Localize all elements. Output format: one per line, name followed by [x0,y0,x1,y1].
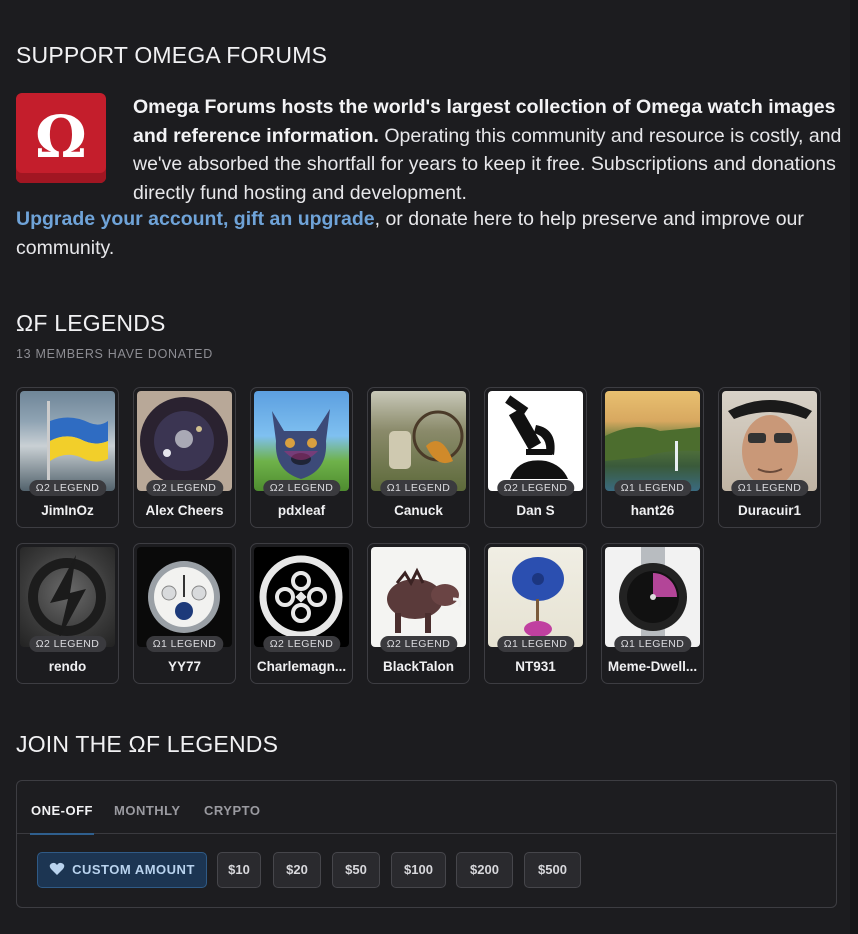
amount-500-button[interactable]: $500 [524,852,581,888]
member-name: YY77 [167,659,202,674]
amount-100-button[interactable]: $100 [391,852,446,888]
avatar [488,391,583,491]
member-card[interactable]: Ω2 LEGEND Alex Cheers [133,387,236,528]
legend-badge: Ω2 LEGEND [28,480,107,496]
avatar [722,391,817,491]
member-card[interactable]: Ω1 LEGEND YY77 [133,543,236,684]
avatar [20,391,115,491]
avatar [20,547,115,647]
member-name: Duracuir1 [737,503,802,518]
tab-crypto[interactable]: CRYPTO [204,803,260,818]
legends-subtitle: 13 MEMBERS HAVE DONATED [16,347,213,361]
support-title: SUPPORT OMEGA FORUMS [16,42,328,68]
legend-badge: Ω1 LEGEND [613,636,692,652]
member-card[interactable]: Ω2 LEGEND pdxleaf [250,387,353,528]
amount-200-button[interactable]: $200 [456,852,513,888]
legends-title: ΩF LEGENDS [16,310,166,336]
avatar [605,547,700,647]
member-name: Canuck [394,503,443,518]
support-intro: Omega Forums hosts the world's largest c… [133,93,843,207]
amount-20-button[interactable]: $20 [273,852,321,888]
member-card[interactable]: Ω2 LEGEND Charlemagn... [250,543,353,684]
join-title: JOIN THE ΩF LEGENDS [16,731,279,757]
member-card[interactable]: Ω1 LEGEND NT931 [484,543,587,684]
member-card[interactable]: Ω1 LEGEND Canuck [367,387,470,528]
member-card[interactable]: Ω2 LEGEND Dan S [484,387,587,528]
legend-badge: Ω2 LEGEND [262,480,341,496]
member-card[interactable]: Ω2 LEGEND JimInOz [16,387,119,528]
member-name: hant26 [630,503,675,518]
member-card[interactable]: Ω1 LEGEND Meme-Dwell... [601,543,704,684]
custom-amount-button[interactable]: CUSTOM AMOUNT [37,852,207,888]
upgrade-link[interactable]: Upgrade your account, gift an upgrade [16,208,375,230]
legend-badge: Ω1 LEGEND [730,480,809,496]
avatar [488,547,583,647]
member-name: NT931 [515,659,556,674]
donation-panel: ONE-OFF MONTHLY CRYPTO CUSTOM AMOUNT $10… [16,780,837,908]
avatar [137,547,232,647]
legend-badge: Ω2 LEGEND [262,636,341,652]
scroll-edge [850,0,858,934]
tab-one-off[interactable]: ONE-OFF [30,803,94,835]
legend-badge: Ω1 LEGEND [496,636,575,652]
member-name: Dan S [516,503,555,518]
member-card[interactable]: Ω2 LEGEND BlackTalon [367,543,470,684]
avatar [371,391,466,491]
member-name: pdxleaf [277,503,326,518]
custom-amount-label: CUSTOM AMOUNT [72,862,195,877]
member-card[interactable]: Ω2 LEGEND rendo [16,543,119,684]
member-name: Alex Cheers [145,503,224,518]
member-name: Charlemagn... [256,659,347,674]
legend-badge: Ω1 LEGEND [379,480,458,496]
avatar [254,547,349,647]
avatar [371,547,466,647]
member-name: rendo [48,659,87,674]
avatar [137,391,232,491]
amount-10-button[interactable]: $10 [217,852,261,888]
legend-badge: Ω2 LEGEND [496,480,575,496]
legend-badge: Ω1 LEGEND [145,636,224,652]
avatar [254,391,349,491]
support-outro: Upgrade your account, gift an upgrade, o… [16,205,836,262]
member-name: Meme-Dwell... [607,659,698,674]
heart-icon [49,862,65,875]
legend-badge: Ω2 LEGEND [145,480,224,496]
member-name: JimInOz [41,503,94,518]
omega-logo-icon: Ω [16,93,106,183]
member-card[interactable]: Ω1 LEGEND hant26 [601,387,704,528]
amount-50-button[interactable]: $50 [332,852,380,888]
legend-badge: Ω2 LEGEND [28,636,107,652]
tab-monthly[interactable]: MONTHLY [114,803,181,818]
member-card[interactable]: Ω1 LEGEND Duracuir1 [718,387,821,528]
donation-tabs: ONE-OFF MONTHLY CRYPTO [17,781,836,835]
member-name: BlackTalon [382,659,455,674]
legend-badge: Ω1 LEGEND [613,480,692,496]
avatar [605,391,700,491]
legend-badge: Ω2 LEGEND [379,636,458,652]
